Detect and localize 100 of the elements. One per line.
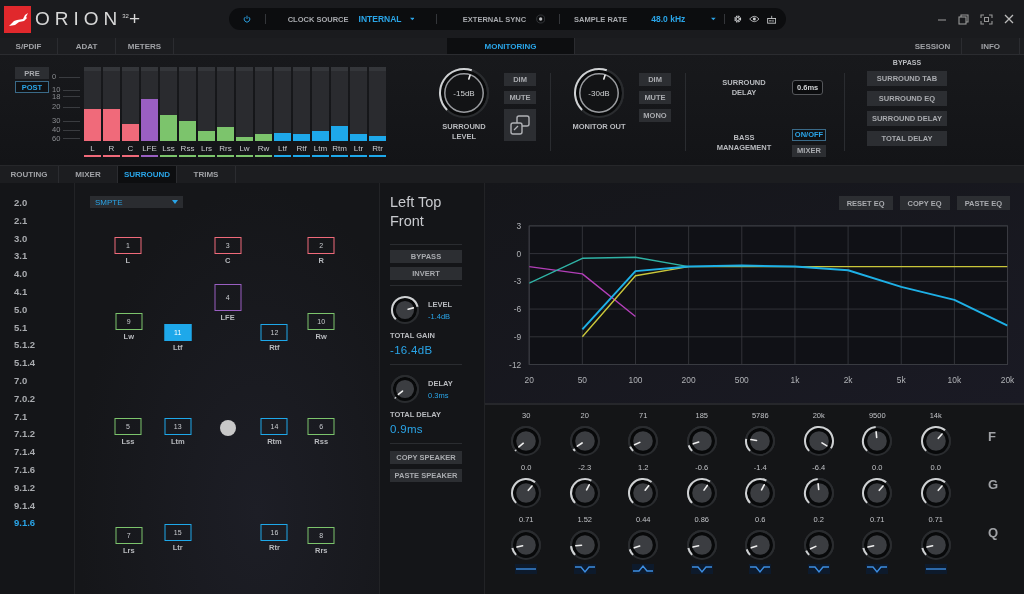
knob[interactable] [802,477,835,509]
clock-source-dropdown[interactable]: INTERNAL [358,14,402,24]
layout-item[interactable]: 3.1 [14,249,28,263]
knob[interactable] [861,425,894,457]
x-tick-label: 200 [681,375,696,386]
channel-label: LFE [141,143,158,155]
caret-icon [409,17,415,21]
knob[interactable] [861,529,894,561]
channel-label: Ltr [352,143,365,155]
layout-item[interactable]: 2.0 [14,196,28,209]
eye-icon[interactable] [749,13,760,25]
y-tick-label: -9 [513,331,522,342]
restore-icon[interactable] [958,13,969,25]
channel-label: Lw [238,143,251,155]
knob-value: -30dB [588,88,610,98]
format-dropdown[interactable]: SMPTE [90,196,183,208]
knob[interactable] [568,529,601,561]
filter-shape-icon[interactable] [632,564,655,574]
layout-item[interactable]: 9.1.6 [14,516,36,530]
channel-label: C [126,143,135,155]
knob[interactable] [802,425,835,457]
knob[interactable] [685,477,718,509]
channel-label: Rss [179,143,196,155]
channel-label: Lss [161,143,176,155]
knob[interactable] [568,477,601,509]
layout-item[interactable]: 5.1.4 [14,356,36,370]
power-icon[interactable] [243,13,251,25]
filter-shape-icon[interactable] [807,564,830,574]
logo-icon [4,5,31,33]
filter-shape-icon[interactable] [690,564,713,574]
x-tick-label: 2k [843,375,853,386]
x-tick-label: 1k [790,375,800,386]
layout-item[interactable]: 9.1.2 [14,480,36,494]
y-tick-label: 3 [516,220,522,231]
channel-label: Lrs [199,143,214,155]
filter-shape-icon[interactable] [515,564,538,574]
channel-label: Rtr [371,143,384,155]
channel-label: Rrs [218,143,233,155]
knob[interactable] [744,529,777,561]
layout-item[interactable]: 7.1.4 [14,445,36,459]
knob-value: -15dB [453,88,475,98]
listener-dot [219,420,236,437]
layout-item[interactable]: 7.1 [14,409,28,423]
y-tick-label: -12 [509,359,522,370]
knob[interactable] [510,529,543,561]
knob[interactable] [685,425,718,457]
channel-label: Ltf [277,143,288,155]
knob[interactable] [919,425,952,457]
layout-item[interactable]: 5.1 [14,320,28,334]
knob[interactable] [744,425,777,457]
sync-toggle-icon[interactable] [536,12,546,26]
knob[interactable] [573,67,625,119]
knob[interactable] [919,529,952,561]
windows-icon [509,114,531,136]
app-logo-text: ORION$^{32}$+ [35,8,146,30]
layout-item[interactable]: 7.1.6 [14,462,36,476]
filter-shape-icon[interactable] [866,564,889,574]
knob[interactable] [627,529,660,561]
filter-shape-icon[interactable] [924,564,947,574]
filter-shape-icon[interactable] [749,564,772,574]
knob[interactable] [390,295,420,325]
x-tick-label: 100 [628,375,643,386]
surround-view-button[interactable] [504,109,536,141]
channel-title: Left Top Front [390,193,443,231]
total-delay-value: 0.9ms [390,423,424,435]
knob[interactable] [627,477,660,509]
knob[interactable] [438,67,490,119]
x-tick-label: 10k [947,375,962,386]
layout-item[interactable]: 7.0.2 [14,391,36,405]
layout-item[interactable]: 4.1 [14,285,28,298]
channel-label: Rw [256,143,271,155]
knob[interactable] [744,477,777,509]
layout-item[interactable]: 2.1 [14,213,28,227]
filter-shape-icon[interactable] [573,564,596,574]
layout-item[interactable]: 5.0 [14,302,28,316]
tab[interactable]: SURROUND [118,166,177,183]
sample-rate-dropdown[interactable]: 48.0 kHz [651,14,686,24]
channel-label: Rtm [331,143,348,155]
tab[interactable]: MONITORING [447,38,575,54]
layout-item[interactable]: 3.0 [14,231,28,245]
x-tick-label: 20k [1000,375,1015,386]
x-tick-label: 500 [734,375,749,386]
knob[interactable] [685,529,718,561]
layout-item[interactable]: 5.1.2 [14,338,36,352]
row-label: Q [988,525,999,540]
layout-item[interactable]: 7.1.2 [14,427,36,441]
layout-item[interactable]: 9.1.4 [14,498,36,512]
knob[interactable] [919,477,952,509]
close-icon[interactable] [1004,14,1014,24]
channel-label: L [89,143,96,155]
y-tick-label: -6 [513,303,522,314]
layout-item[interactable]: 7.0 [14,373,28,387]
total-gain-value: -16.4dB [390,344,434,356]
knob[interactable] [510,477,543,509]
fullscreen-icon[interactable] [980,13,993,25]
x-tick-label: 50 [577,375,587,386]
row-label: G [988,477,999,492]
knob[interactable] [861,477,894,509]
x-tick-label: 20 [524,375,534,386]
layout-item[interactable]: 4.0 [14,267,28,281]
